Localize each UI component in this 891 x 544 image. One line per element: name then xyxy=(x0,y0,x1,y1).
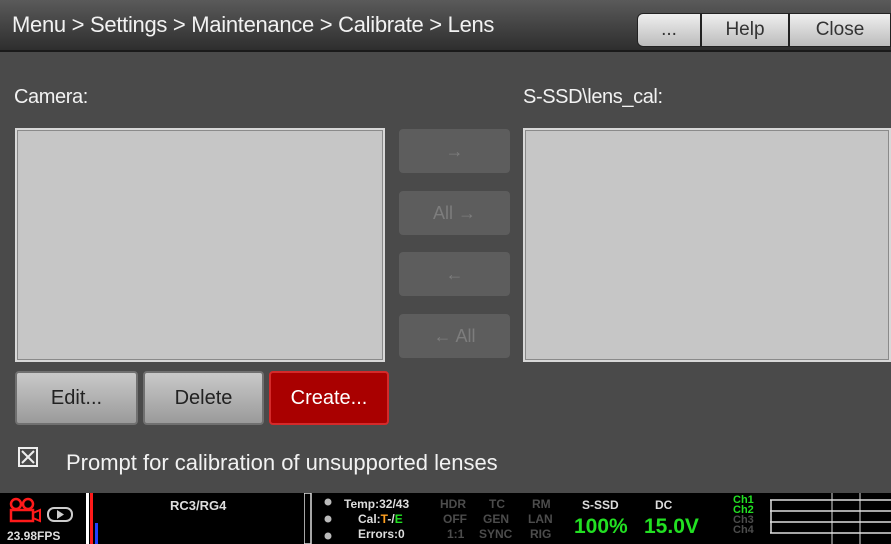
copy-to-ssd-button[interactable]: → xyxy=(399,129,510,173)
rig-label: RIG xyxy=(530,527,552,541)
breadcrumb: Menu > Settings > Maintenance > Calibrat… xyxy=(12,12,495,37)
media-remaining: 100% xyxy=(574,515,628,538)
status-bar: 23.98FPS RC3/RG4 Temp:32/43 Cal:T-/E Err… xyxy=(0,493,891,544)
lan-label: LAN xyxy=(528,512,553,526)
channel-meters xyxy=(770,493,891,544)
power-voltage: 15.0V xyxy=(644,515,699,538)
hdr-value: OFF xyxy=(443,512,467,526)
power-label: DC xyxy=(655,498,673,512)
check-x-icon xyxy=(21,450,35,464)
channel-4: Ch4 xyxy=(733,524,754,536)
prompt-calibration-label: Prompt for calibration of unsupported le… xyxy=(66,450,498,475)
temperature: Temp:32/43 xyxy=(344,497,410,511)
calibration-status: Cal:T-/E xyxy=(358,512,403,526)
status-indicators xyxy=(304,493,332,544)
copy-all-to-camera-button[interactable]: ← All xyxy=(399,314,510,358)
sync-label: SYNC xyxy=(479,527,513,541)
genlock-label: GEN xyxy=(483,512,510,526)
frame-rate: 23.98FPS xyxy=(7,529,61,543)
audio-meter xyxy=(86,493,98,544)
rm-label: RM xyxy=(532,497,551,511)
timecode-label: TC xyxy=(489,497,505,511)
edit-button[interactable]: Edit... xyxy=(15,371,138,425)
delete-button[interactable]: Delete xyxy=(143,371,264,425)
close-button[interactable]: Close xyxy=(789,13,891,47)
ssd-list-label: S-SSD\lens_cal: xyxy=(523,86,663,108)
record-camera-icon xyxy=(9,497,73,523)
color-pipeline: RC3/RG4 xyxy=(170,498,227,513)
prompt-calibration-checkbox[interactable] xyxy=(18,447,38,467)
camera-list-label: Camera: xyxy=(14,86,88,108)
hdr-label: HDR xyxy=(440,497,466,511)
create-button[interactable]: Create... xyxy=(269,371,389,425)
ssd-lens-list[interactable] xyxy=(523,128,891,362)
media-label: S-SSD xyxy=(582,498,619,512)
camera-lens-list[interactable] xyxy=(15,128,385,362)
copy-all-to-ssd-button[interactable]: All → xyxy=(399,191,510,235)
aspect-ratio: 1:1 xyxy=(447,527,465,541)
help-button[interactable]: Help xyxy=(701,13,789,47)
error-count: Errors:0 xyxy=(358,527,405,541)
title-bar: Menu > Settings > Maintenance > Calibrat… xyxy=(0,0,891,52)
more-button[interactable]: ... xyxy=(637,13,701,47)
copy-to-camera-button[interactable]: ← xyxy=(399,252,510,296)
